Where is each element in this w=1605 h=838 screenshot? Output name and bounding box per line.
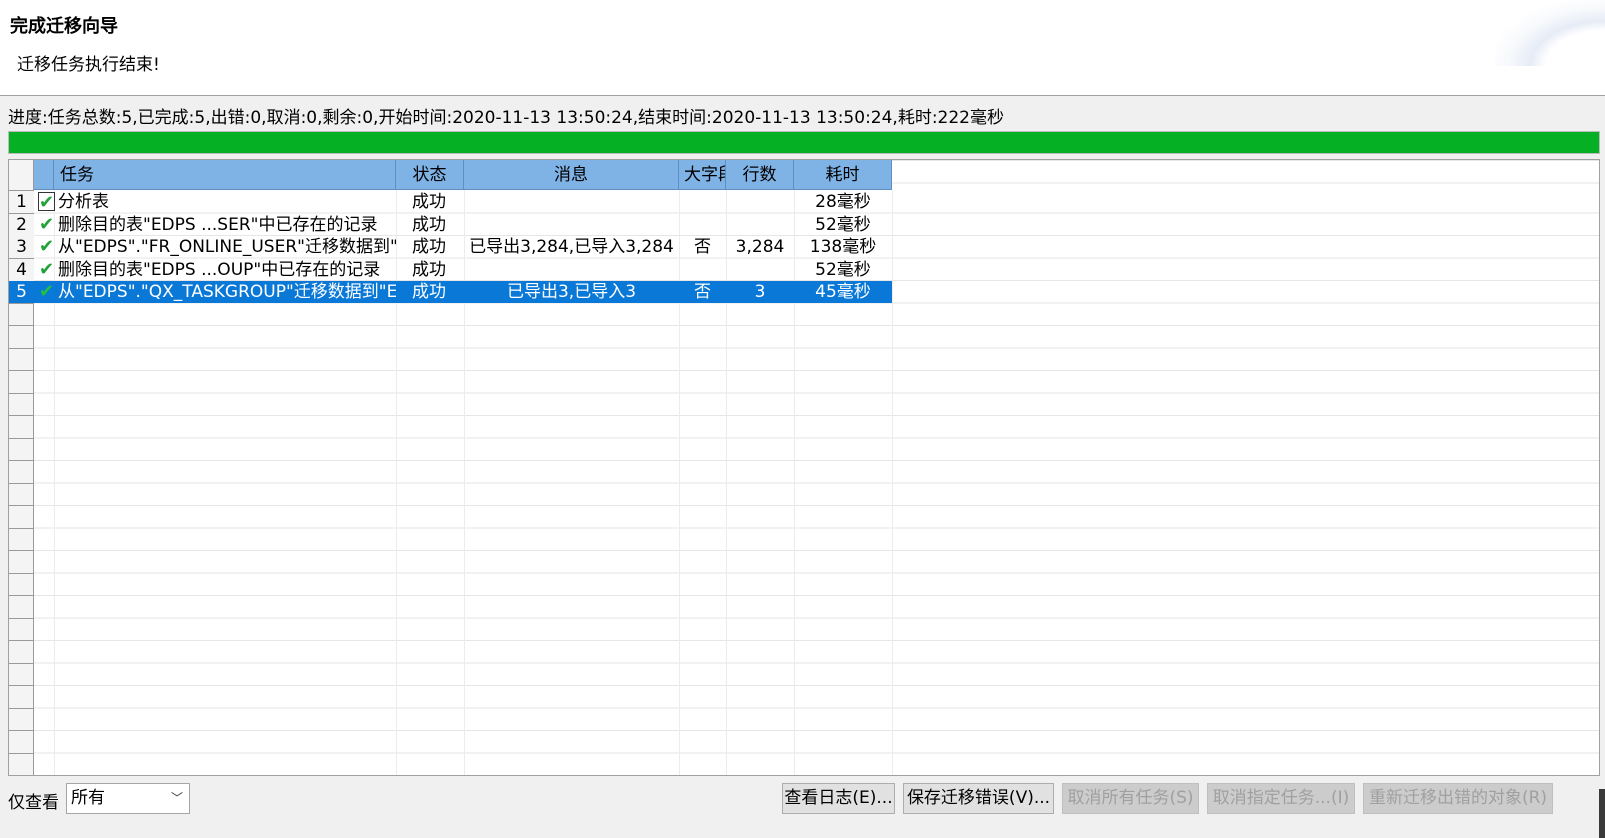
row-header-divider	[9, 707, 34, 709]
cell-lob	[679, 259, 726, 281]
row-header-divider	[9, 460, 34, 461]
cell-lob: 否	[694, 237, 711, 257]
row-number: 5	[9, 281, 34, 303]
check-icon: ✔	[38, 236, 55, 257]
cell-status: 成功	[412, 192, 446, 212]
cell-lob	[679, 191, 726, 213]
row-header-divider	[9, 640, 34, 641]
row-header-divider	[9, 505, 34, 506]
save-errors-button[interactable]: 保存迁移错误(V)...	[903, 783, 1054, 814]
cell-time: 45毫秒	[815, 282, 871, 302]
row-header-divider	[9, 752, 34, 754]
row-header-divider	[9, 527, 34, 529]
row-header-divider	[9, 730, 34, 731]
table-row[interactable]: ✔ 删除目的表"EDPS ...SER"中已存在的记录 成功 52毫秒	[34, 214, 892, 236]
row-number: 2	[9, 213, 34, 236]
filter-select-value: 所有	[71, 788, 105, 808]
cell-rows: 3,284	[735, 237, 785, 257]
cell-rows	[726, 214, 794, 236]
row-header-divider	[9, 370, 34, 371]
row-header-divider	[9, 662, 34, 664]
column-header-task[interactable]: 任务	[54, 160, 396, 190]
grid-col-line	[892, 190, 893, 775]
progress-summary: 进度:任务总数:5,已完成:5,出错:0,取消:0,剩余:0,开始时间:2020…	[8, 108, 1005, 128]
row-number: 3	[9, 236, 34, 258]
column-header-lob[interactable]: 大字段	[679, 160, 726, 190]
cell-task: 从"EDPS"."FR_ONLINE_USER"迁移数据到"EDPS"."FR_…	[58, 237, 396, 257]
check-icon: ✔	[38, 192, 55, 213]
cell-message: 已导出3,284,已导入3,284	[469, 237, 674, 257]
resize-grip[interactable]	[1599, 789, 1605, 838]
cell-time: 52毫秒	[815, 259, 871, 280]
table-row[interactable]: ✔ 从"EDPS"."FR_ONLINE_USER"迁移数据到"EDPS"."F…	[34, 236, 892, 258]
cell-rows	[726, 191, 794, 213]
cell-rows	[726, 259, 794, 281]
filter-label: 仅查看	[8, 793, 59, 813]
header-decoration	[1495, 0, 1605, 66]
row-header-divider	[9, 347, 34, 349]
filter-select[interactable]: 所有 ﹀	[66, 783, 190, 814]
remigrate-failed-button[interactable]: 重新迁移出错的对象(R)	[1363, 783, 1553, 814]
column-header-rows[interactable]: 行数	[726, 160, 794, 190]
progress-bar-fill	[9, 132, 1599, 153]
cell-status: 成功	[412, 214, 446, 235]
row-number: 1	[9, 191, 34, 213]
row-number: 4	[9, 258, 34, 281]
cell-task: 从"EDPS"."QX_TASKGROUP"迁移数据到"EDPS"."QX_TA…	[58, 282, 396, 302]
column-header-time[interactable]: 耗时	[794, 160, 892, 190]
cell-status: 成功	[412, 282, 446, 302]
row-header-divider	[9, 325, 34, 326]
cell-message: 已导出3,已导入3	[506, 282, 637, 302]
table-row[interactable]: ✔ 删除目的表"EDPS ...OUP"中已存在的记录 成功 52毫秒	[34, 259, 892, 281]
table-row-selected[interactable]: ✔ 从"EDPS"."QX_TASKGROUP"迁移数据到"EDPS"."QX_…	[34, 281, 892, 303]
cell-lob	[679, 214, 726, 236]
row-header-divider	[9, 482, 34, 484]
row-header-divider	[9, 437, 34, 439]
cell-status: 成功	[412, 259, 446, 280]
task-table[interactable]: 任务 状态 消息 大字段 行数 耗时 1 ✔ 分析表 成功 28毫秒 2 ✔ 删…	[8, 159, 1600, 776]
row-header-divider	[9, 415, 34, 416]
header-check-column[interactable]	[34, 160, 54, 190]
column-header-message[interactable]: 消息	[464, 160, 679, 190]
column-header-status[interactable]: 状态	[396, 160, 464, 190]
cell-rows: 3	[754, 282, 766, 302]
row-header-divider	[9, 685, 34, 686]
view-log-button[interactable]: 查看日志(E)...	[782, 783, 895, 814]
row-header-divider	[9, 775, 34, 776]
check-icon: ✔	[38, 213, 55, 235]
cell-time: 52毫秒	[815, 214, 871, 235]
cell-task: 删除目的表"EDPS ...OUP"中已存在的记录	[58, 259, 381, 280]
cell-time: 28毫秒	[815, 192, 871, 212]
page-subtitle: 迁移任务执行结束!	[17, 55, 160, 75]
row-header-divider	[9, 550, 34, 551]
cancel-selected-task-button[interactable]: 取消指定任务...(I)	[1207, 783, 1355, 814]
check-icon: ✔	[38, 258, 55, 280]
cell-task: 分析表	[58, 192, 109, 212]
row-header-divider	[9, 595, 34, 596]
progress-bar	[8, 131, 1600, 154]
table-row[interactable]: ✔ 分析表 成功 28毫秒	[34, 191, 892, 213]
row-header-divider	[9, 572, 34, 574]
cell-lob: 否	[694, 282, 711, 302]
cancel-all-tasks-button[interactable]: 取消所有任务(S)	[1062, 783, 1199, 814]
check-icon: ✔	[38, 281, 55, 302]
chevron-down-icon: ﹀	[170, 791, 183, 805]
wizard-header: 完成迁移向导 迁移任务执行结束!	[0, 0, 1605, 96]
page-title: 完成迁移向导	[10, 16, 118, 37]
row-header-divider	[9, 617, 34, 619]
cell-message	[464, 259, 679, 281]
cell-message	[464, 191, 679, 213]
cell-task: 删除目的表"EDPS ...SER"中已存在的记录	[58, 214, 378, 235]
cell-message	[464, 214, 679, 236]
cell-status: 成功	[412, 237, 446, 257]
cell-time: 138毫秒	[809, 237, 877, 257]
row-header-divider	[9, 392, 34, 394]
